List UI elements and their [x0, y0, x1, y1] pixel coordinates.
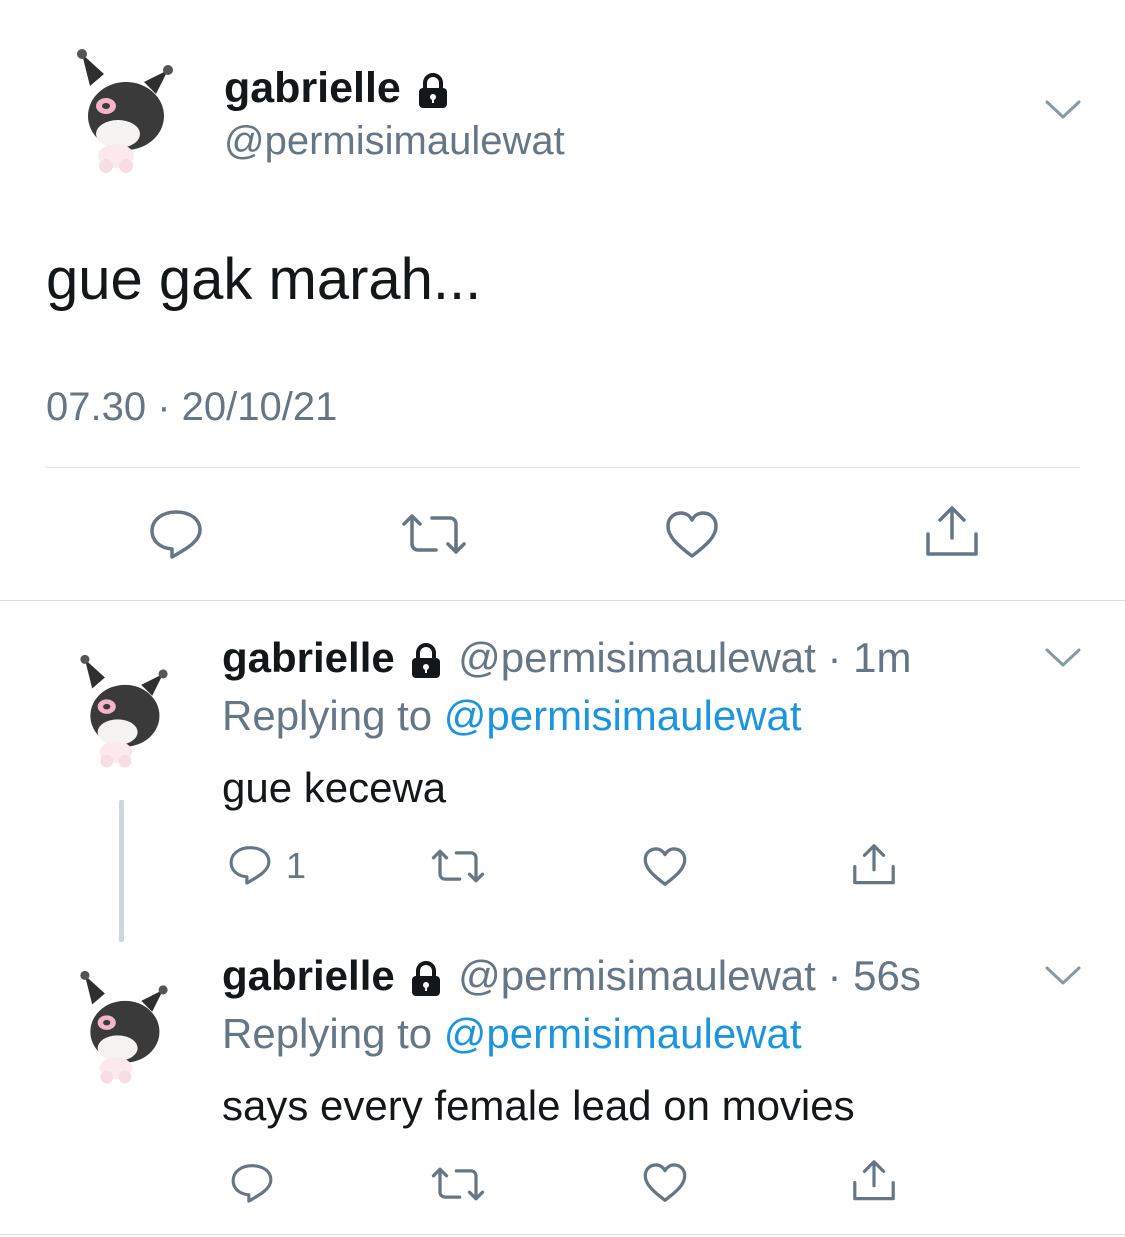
avatar[interactable]: [74, 648, 174, 778]
chevron-down-icon[interactable]: [1044, 964, 1082, 988]
divider: [0, 600, 1125, 601]
avatar[interactable]: [74, 964, 174, 1094]
display-name[interactable]: gabrielle: [222, 952, 395, 999]
retweet-icon[interactable]: [430, 1166, 486, 1202]
handle[interactable]: @permisimaulewat: [458, 634, 816, 681]
share-icon[interactable]: [922, 504, 982, 560]
share-icon[interactable]: [850, 1158, 898, 1204]
replying-to-link[interactable]: @permisimaulewat: [444, 1010, 802, 1057]
tweet-time: · 1m: [827, 634, 912, 681]
tweet-text: gue gak marah...: [46, 247, 482, 312]
replying-to-link[interactable]: @permisimaulewat: [444, 692, 802, 739]
handle[interactable]: @permisimaulewat: [458, 952, 816, 999]
reply-count: 1: [286, 845, 307, 886]
display-name[interactable]: gabrielle: [222, 634, 395, 681]
replying-to-label: Replying to: [222, 692, 433, 739]
like-icon[interactable]: [664, 510, 720, 560]
retweet-icon[interactable]: [430, 848, 486, 884]
like-icon[interactable]: [642, 846, 688, 888]
handle[interactable]: @permisimaulewat: [224, 118, 565, 164]
reply-icon[interactable]: [228, 844, 272, 886]
replying-to-line: Replying to @permisimaulewat: [222, 692, 802, 740]
share-icon[interactable]: [850, 842, 898, 888]
avatar[interactable]: [70, 48, 180, 178]
lock-icon: [413, 71, 453, 111]
display-name[interactable]: gabrielle: [224, 64, 401, 112]
lock-icon: [406, 959, 446, 999]
tweet-timestamp: 07.30 · 20/10/21: [46, 385, 338, 429]
divider: [46, 467, 1080, 468]
divider: [0, 1234, 1125, 1235]
retweet-icon[interactable]: [400, 512, 468, 556]
chevron-down-icon[interactable]: [1044, 646, 1082, 670]
replying-to-line: Replying to @permisimaulewat: [222, 1010, 802, 1058]
chevron-down-icon[interactable]: [1044, 98, 1082, 122]
replying-to-label: Replying to: [222, 1010, 433, 1057]
tweet-time: · 56s: [827, 952, 921, 999]
reply-icon[interactable]: [230, 1162, 274, 1204]
reply-icon[interactable]: [148, 508, 204, 560]
like-icon[interactable]: [642, 1162, 688, 1204]
lock-icon: [406, 641, 446, 681]
thread-line: [119, 800, 124, 942]
tweet-text: says every female lead on movies: [222, 1082, 855, 1129]
tweet-text: gue kecewa: [222, 764, 447, 811]
